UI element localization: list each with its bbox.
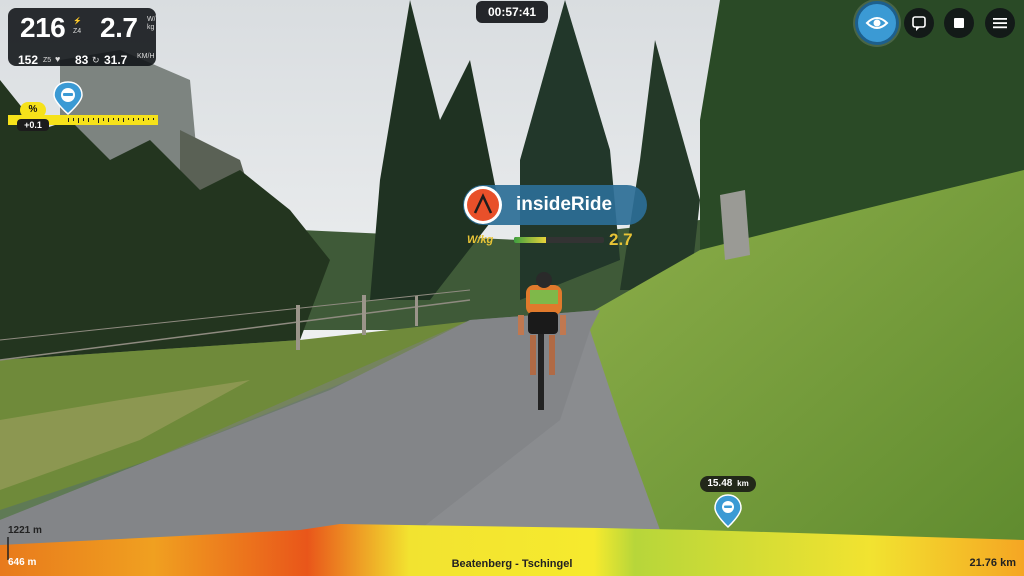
heart-icon: ♥ — [55, 54, 61, 64]
distance-marker-value: 15.48 — [707, 478, 733, 489]
rider-wkg-value: 2.7 — [609, 230, 633, 249]
ride-video-scene — [0, 0, 1024, 576]
power-unit-label: ⚡ — [73, 18, 82, 25]
scene-illustration — [0, 0, 1024, 576]
distance-position-marker — [714, 494, 742, 528]
eye-icon — [865, 17, 889, 29]
camera-view-button[interactable] — [855, 1, 899, 45]
cadence-icon: ↻ — [92, 55, 100, 65]
rider-wkg-label: W/kg — [467, 234, 494, 246]
heart-rate-value: 152 — [18, 53, 39, 67]
elevation-max-label: 1221 m — [8, 525, 42, 536]
route-name: Beatenberg - Tschingel — [451, 558, 573, 570]
elapsed-timer: 00:57:41 — [476, 1, 548, 23]
rider-position-marker — [53, 81, 83, 115]
stop-icon — [954, 18, 964, 28]
chat-button[interactable] — [904, 8, 934, 38]
cadence-value: 83 — [75, 53, 89, 67]
insideride-logo-icon — [467, 189, 499, 221]
speed-unit: KM/H — [137, 53, 155, 60]
gradient-value: +0.1 — [17, 119, 49, 131]
menu-button[interactable] — [985, 8, 1015, 38]
chat-icon — [912, 16, 926, 31]
stop-button[interactable] — [944, 8, 974, 38]
speed-value: 31.7 — [104, 53, 128, 67]
heart-rate-zone: Z5 — [43, 57, 52, 64]
route-total-distance: 21.76 km — [969, 557, 1016, 569]
rider-wkg-bar — [514, 237, 604, 243]
ride-stats-panel: 216 ⚡ Z4 2.7 W/kg 152 Z5 ♥ 83 ↻ 31.7 KM/… — [8, 8, 156, 67]
rider-logo — [464, 186, 502, 224]
distance-marker-label: 15.48 km — [700, 476, 756, 492]
gradient-symbol: % — [20, 102, 46, 118]
menu-icon — [993, 18, 1007, 29]
distance-marker-unit: km — [737, 479, 749, 488]
wkg-value: 2.7 — [100, 12, 138, 43]
power-value: 216 — [20, 12, 66, 43]
rider-wkg-fill — [514, 237, 547, 243]
wkg-unit: W/kg — [147, 16, 156, 31]
power-zone: Z4 — [73, 28, 82, 35]
rider-name: insideRide — [516, 194, 613, 215]
